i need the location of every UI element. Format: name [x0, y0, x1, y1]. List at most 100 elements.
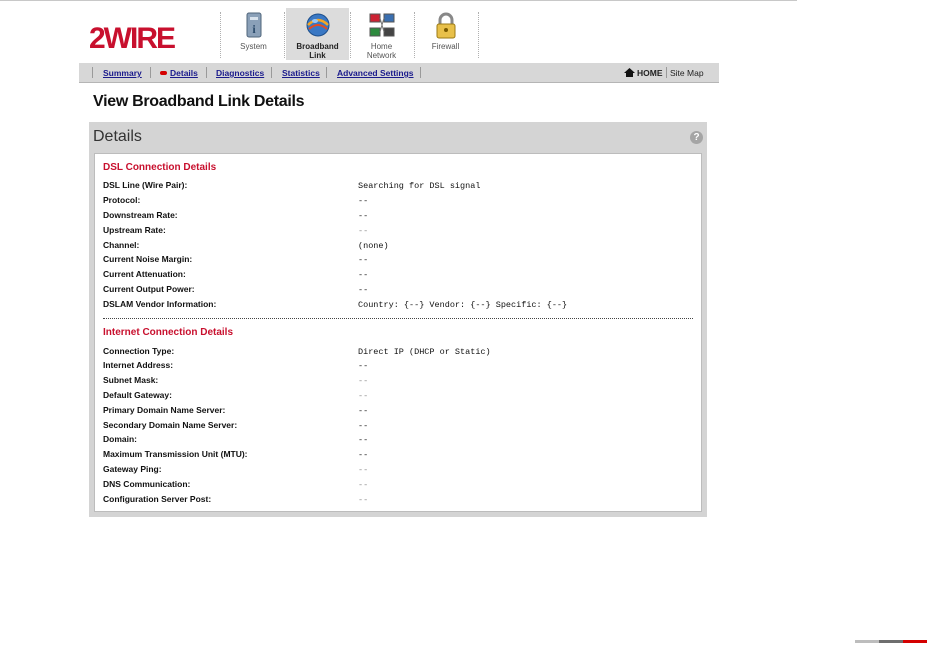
tab-home-network[interactable]: Home Network: [350, 8, 413, 60]
detail-value: --: [358, 450, 369, 460]
subnav-divider: [326, 67, 327, 78]
detail-value: --: [358, 226, 369, 236]
subnav-divider: [420, 67, 421, 78]
brand-logo: 2WIRE: [89, 22, 209, 52]
detail-label: Domain:: [103, 434, 137, 444]
detail-value: --: [358, 211, 369, 221]
tab-broadband-link[interactable]: Broadband Link: [286, 8, 349, 60]
detail-label: Current Output Power:: [103, 284, 195, 294]
system-icon: i: [246, 12, 261, 38]
detail-label: Channel:: [103, 240, 140, 250]
subnav-advanced-settings-link[interactable]: Advanced Settings: [337, 68, 414, 78]
detail-row: Maximum Transmission Unit (MTU): --: [103, 449, 693, 464]
tab-firewall[interactable]: Firewall: [414, 8, 477, 60]
detail-row: Configuration Server Post: --: [103, 494, 693, 509]
home-link[interactable]: HOME: [637, 68, 663, 78]
firewall-lock-icon: [436, 12, 455, 39]
detail-row: Downstream Rate: --: [103, 210, 693, 225]
detail-label: Subnet Mask:: [103, 375, 159, 385]
section-divider: [103, 318, 693, 319]
detail-row: Gateway Ping: --: [103, 464, 693, 479]
sub-navigation: Summary Details Diagnostics Statistics A…: [79, 63, 719, 83]
brand-stripe-red: [903, 640, 927, 643]
detail-value: --: [358, 406, 369, 416]
detail-value: --: [358, 196, 369, 206]
detail-label: Current Attenuation:: [103, 269, 186, 279]
detail-value: (none): [358, 241, 389, 251]
detail-value: --: [358, 361, 369, 371]
help-icon[interactable]: ?: [690, 131, 703, 144]
subnav-statistics-link[interactable]: Statistics: [282, 68, 320, 78]
detail-label: DSL Line (Wire Pair):: [103, 180, 188, 190]
detail-label: Configuration Server Post:: [103, 494, 212, 504]
detail-label: Protocol:: [103, 195, 141, 205]
detail-value: --: [358, 480, 369, 490]
tab-system[interactable]: i System: [222, 8, 285, 60]
detail-value: --: [358, 270, 369, 280]
tab-separator: [284, 12, 285, 58]
detail-row: Protocol: --: [103, 195, 693, 210]
detail-row: Internet Address: --: [103, 360, 693, 375]
subnav-divider: [92, 67, 93, 78]
subnav-details-link[interactable]: Details: [170, 68, 198, 78]
tab-firewall-label: Firewall: [431, 42, 460, 51]
detail-label: Connection Type:: [103, 346, 175, 356]
home-icon[interactable]: [624, 68, 635, 77]
detail-value: --: [358, 391, 369, 401]
detail-row: Secondary Domain Name Server: --: [103, 420, 693, 435]
detail-row: Current Output Power: --: [103, 284, 693, 299]
top-divider: [0, 0, 797, 1]
detail-value: Direct IP (DHCP or Static): [358, 347, 491, 357]
brand-stripe-gray: [855, 640, 879, 643]
page-title: View Broadband Link Details: [93, 93, 305, 110]
detail-value: --: [358, 495, 369, 505]
site-map-link[interactable]: Site Map: [670, 68, 704, 78]
detail-row: Connection Type: Direct IP (DHCP or Stati…: [103, 346, 693, 361]
detail-row: Upstream Rate: --: [103, 225, 693, 240]
home-network-icon: [369, 13, 394, 37]
detail-row: Primary Domain Name Server: --: [103, 405, 693, 420]
subnav-divider: [666, 67, 667, 78]
tab-broadband-label-line1: Broadband: [296, 42, 339, 51]
detail-value: --: [358, 376, 369, 386]
detail-row: Channel: (none): [103, 240, 693, 255]
tab-broadband-label-line2: Link: [309, 51, 326, 60]
detail-value: --: [358, 465, 369, 475]
detail-label: DSLAM Vendor Information:: [103, 299, 217, 309]
panel-title: Details: [93, 128, 142, 145]
detail-label: Internet Address:: [103, 360, 174, 370]
detail-row: Default Gateway: --: [103, 390, 693, 405]
detail-label: Default Gateway:: [103, 390, 172, 400]
detail-value: --: [358, 255, 369, 265]
dsl-section-heading: DSL Connection Details: [103, 162, 217, 173]
details-content: DSL Connection Details DSL Line (Wire Pa…: [94, 153, 702, 512]
detail-row: Domain: --: [103, 434, 693, 449]
detail-label: Primary Domain Name Server:: [103, 405, 226, 415]
detail-row: DSL Line (Wire Pair): Searching for DSL s…: [103, 180, 693, 195]
tab-separator: [220, 12, 221, 58]
detail-row: Subnet Mask: --: [103, 375, 693, 390]
subnav-divider: [150, 67, 151, 78]
detail-label: Secondary Domain Name Server:: [103, 420, 238, 430]
2wire-logo-icon: 2WIRE: [89, 22, 177, 52]
detail-value: --: [358, 435, 369, 445]
subnav-summary-link[interactable]: Summary: [103, 68, 142, 78]
detail-row: Current Noise Margin: --: [103, 254, 693, 269]
detail-value: Searching for DSL signal: [358, 181, 481, 191]
tab-separator: [478, 12, 479, 58]
tab-home-label-line1: Home: [370, 42, 393, 51]
active-indicator-dot: [160, 71, 167, 75]
detail-value: --: [358, 285, 369, 295]
brand-stripe-dark: [879, 640, 903, 643]
detail-label: Downstream Rate:: [103, 210, 178, 220]
svg-text:2WIRE: 2WIRE: [89, 22, 175, 52]
detail-row: DNS Communication: --: [103, 479, 693, 494]
detail-label: DNS Communication:: [103, 479, 191, 489]
detail-label: Gateway Ping:: [103, 464, 162, 474]
detail-label: Current Noise Margin:: [103, 254, 193, 264]
detail-row: DSLAM Vendor Information: Country: {--} V…: [103, 299, 693, 314]
detail-value: --: [358, 421, 369, 431]
tab-home-label-line2: Network: [366, 51, 397, 60]
detail-value: Country: {--} Vendor: {--} Specific: {--…: [358, 300, 568, 310]
subnav-diagnostics-link[interactable]: Diagnostics: [216, 68, 264, 78]
